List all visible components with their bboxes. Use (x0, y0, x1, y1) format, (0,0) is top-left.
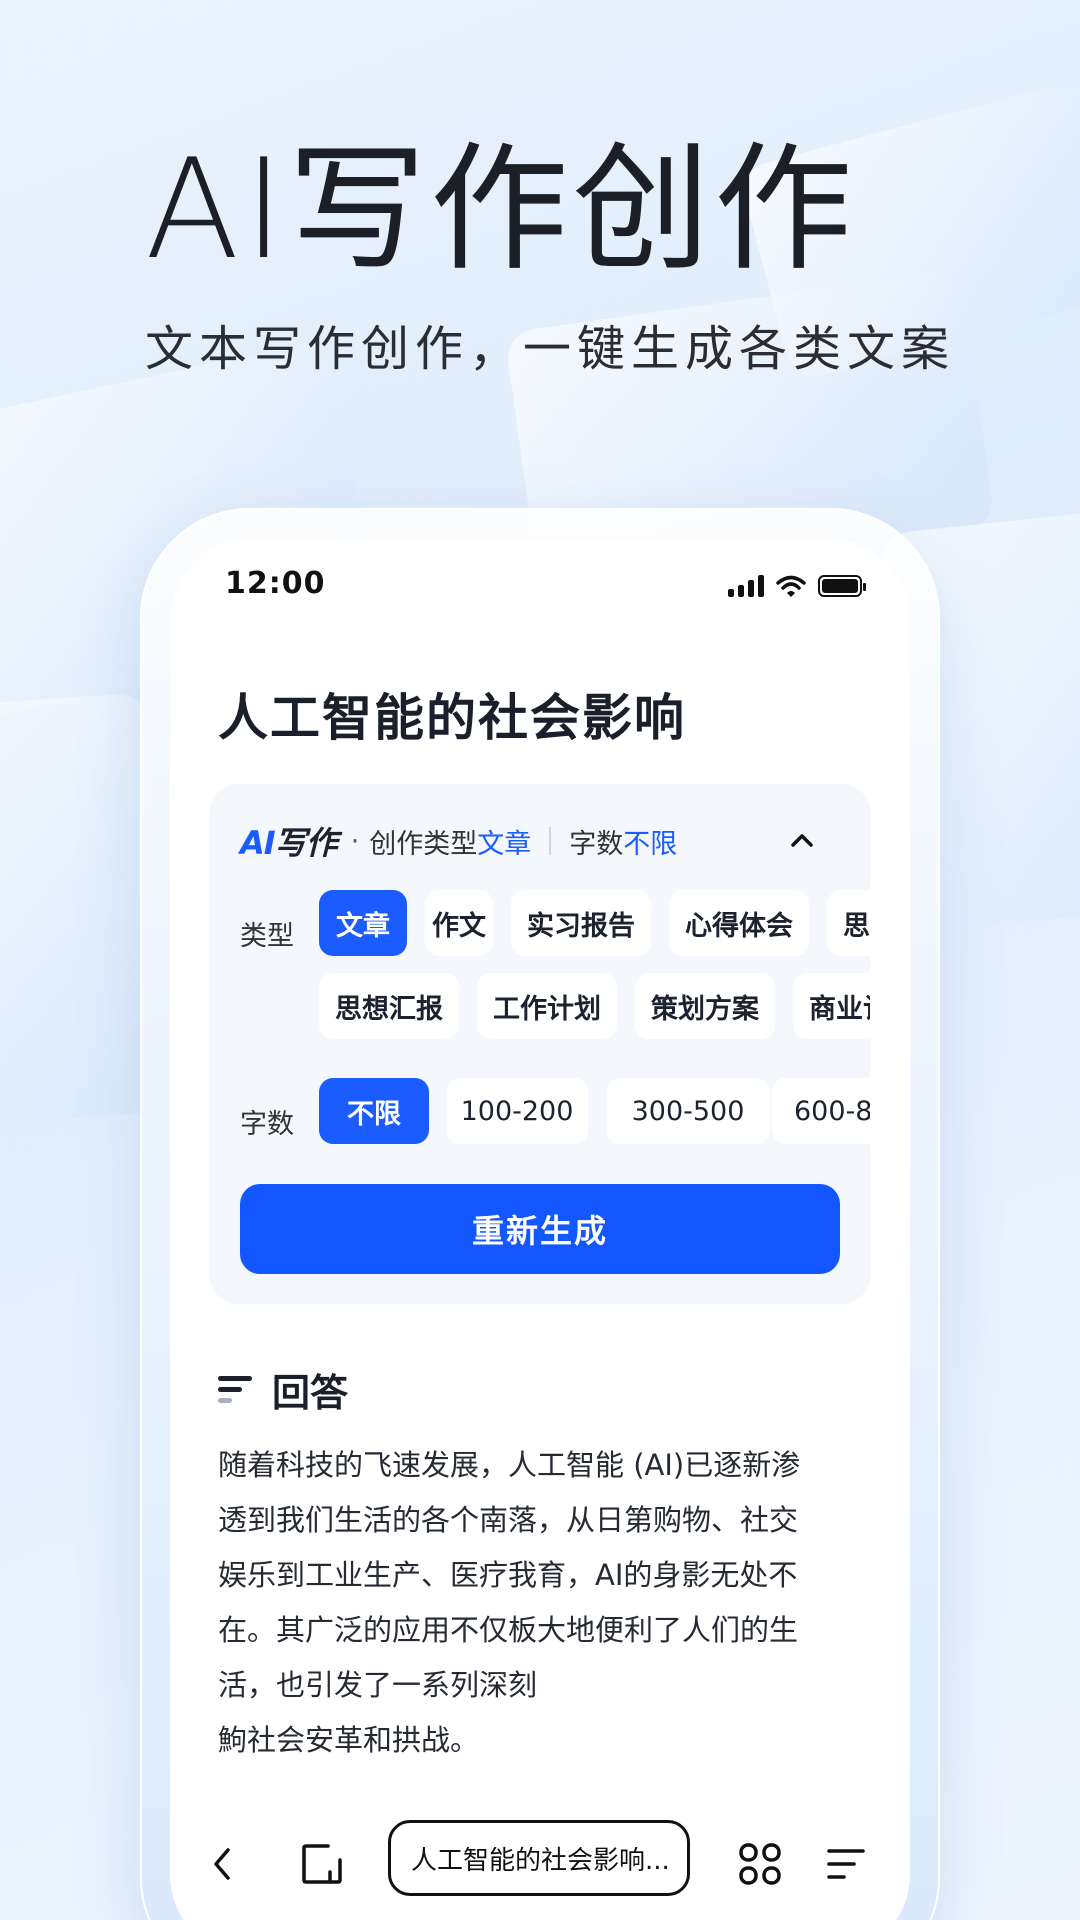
type-chip-proposal[interactable]: 策划方案 (635, 973, 775, 1039)
list-icon (218, 1375, 252, 1403)
writing-options-panel: AI写作 · 创作类型 文章 字数 不限 类型 文章 作文 实习报告 心得体会 … (210, 784, 870, 1304)
answer-line: 随着科技的飞速发展，人工智能 (AI)已逐新渗 (218, 1448, 801, 1482)
answer-header: 回答 (218, 1362, 348, 1417)
signal-icon (728, 575, 764, 597)
count-chip-unlimited[interactable]: 不限 (319, 1078, 429, 1144)
page-title: 人工智能的社会影响 (218, 689, 686, 747)
answer-line: 在。其广泛的应用不仅板大地便利了人们的生 (218, 1613, 799, 1647)
answer-line: 活，也引发了一系列深刻 (218, 1668, 538, 1702)
answer-line: 透到我们生活的各个南落，从日第购物、社交 (218, 1503, 799, 1537)
answer-heading: 回答 (272, 1371, 349, 1415)
type-chip-essay[interactable]: 作文 (425, 890, 493, 956)
type-chip-thought-report[interactable]: 思想汇报 (319, 973, 459, 1039)
type-chip-internship-report[interactable]: 实习报告 (511, 890, 651, 956)
type-chip-thought[interactable]: 思想 (827, 890, 870, 956)
menu-icon[interactable] (816, 1834, 876, 1894)
answer-text: 随着科技的飞速发展，人工智能 (AI)已逐新渗 透到我们生活的各个南落，从日第购… (218, 1438, 858, 1768)
phone-screen: 12:00 人工智能的社会影响 AI写作 · 创作类型 文章 字数 不限 类型 … (170, 538, 910, 1920)
answer-line: 鮈社会安革和拱战。 (218, 1723, 480, 1757)
type-chip-work-plan[interactable]: 工作计划 (477, 973, 617, 1039)
status-icons (728, 574, 866, 598)
count-row-label: 字数 (240, 1109, 294, 1140)
status-bar: 12:00 (170, 538, 910, 628)
hero-subtitle: 文本写作创作，一键生成各类文案 (145, 321, 956, 377)
count-chip-300-500[interactable]: 300-500 (606, 1078, 770, 1144)
apps-icon[interactable] (730, 1834, 790, 1894)
regenerate-button[interactable]: 重新生成 (240, 1184, 840, 1274)
type-chip-article[interactable]: 文章 (319, 890, 407, 956)
answer-line: 娱乐到工业生产、医疗我育，AI的身影无处不 (218, 1558, 798, 1592)
wifi-icon (776, 575, 806, 597)
status-time: 12:00 (225, 566, 326, 601)
edit-icon[interactable] (292, 1834, 352, 1894)
count-chip-100-200[interactable]: 100-200 (446, 1078, 588, 1144)
battery-icon (818, 575, 866, 597)
type-chip-reflection[interactable]: 心得体会 (669, 890, 809, 956)
hero-title: AI写作创作 (145, 129, 857, 290)
count-chip-600-800[interactable]: 600-800 (772, 1078, 870, 1144)
bottom-toolbar: 人工智能的社会影响... (170, 1798, 910, 1920)
topic-input[interactable]: 人工智能的社会影响... (388, 1820, 690, 1896)
back-icon[interactable] (192, 1834, 252, 1894)
type-chip-business-plan[interactable]: 商业计划 (793, 973, 870, 1039)
